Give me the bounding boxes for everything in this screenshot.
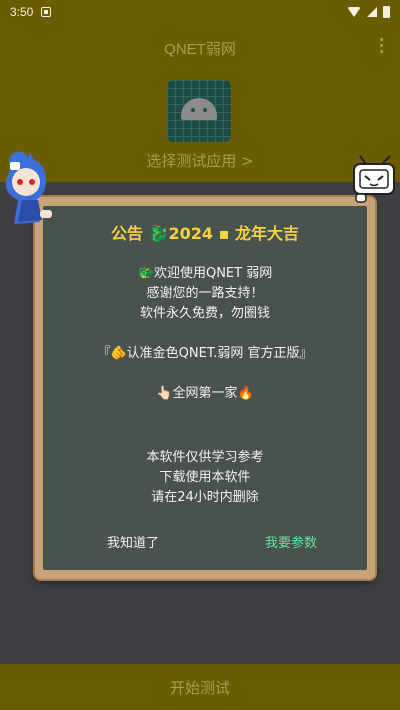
announcement-line: 『🫵认准金色QNET.弱网 官方正版』: [97, 346, 313, 361]
announcement-line: 请在24小时内删除: [151, 490, 259, 505]
announcement-dialog: 公告 🐉2024 ▪ 龙年大吉 🐲欢迎使用QNET 弱网 感谢您的一路支持！ 软…: [35, 197, 375, 579]
selected-app-icon[interactable]: [167, 80, 231, 142]
want-params-button[interactable]: 我要参数: [265, 532, 317, 551]
android-icon: [181, 98, 217, 120]
wifi-icon: [347, 7, 361, 17]
app-header: QNET弱网 选择测试应用 >: [0, 24, 400, 182]
announcement-board: 公告 🐉2024 ▪ 龙年大吉 🐲欢迎使用QNET 弱网 感谢您的一路支持！ 软…: [43, 206, 367, 570]
dialog-title: 公告 🐉2024 ▪ 龙年大吉: [110, 224, 299, 243]
announcement-line: 🐲欢迎使用QNET 弱网: [137, 266, 273, 281]
announcement-line: 本软件仅供学习参考: [146, 450, 264, 465]
battery-icon: [383, 6, 390, 18]
status-time: 3:50: [10, 5, 34, 19]
start-test-label: 开始测试: [169, 678, 230, 697]
select-test-app-link[interactable]: 选择测试应用 >: [0, 150, 400, 171]
announcement-line: 软件永久免费，勿圈钱: [139, 306, 270, 321]
mascot-tv-icon: [353, 155, 395, 203]
announcement-line: 下载使用本软件: [159, 470, 251, 485]
status-icons: [347, 6, 390, 18]
notification-icon: [41, 7, 52, 17]
app-title: QNET弱网: [164, 41, 236, 58]
more-menu-icon[interactable]: [380, 38, 384, 53]
announcement-line: 👆🏻全网第一家🔥: [156, 386, 254, 401]
signal-icon: [367, 7, 377, 17]
announcement-line: 感谢您的一路支持！: [146, 286, 264, 301]
got-it-button[interactable]: 我知道了: [107, 532, 159, 551]
mascot-girl-icon: [5, 151, 52, 224]
start-test-button[interactable]: 开始测试: [0, 664, 400, 710]
status-bar: 3:50: [0, 0, 400, 24]
